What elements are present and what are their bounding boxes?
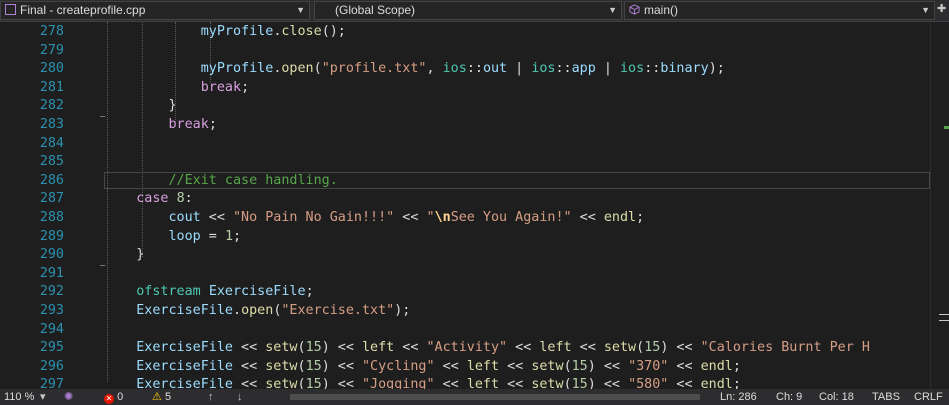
chevron-down-icon: ▼ bbox=[608, 5, 617, 15]
code-line[interactable]: myProfile.close(); bbox=[104, 23, 346, 42]
code-line[interactable]: break; bbox=[104, 116, 217, 135]
chevron-down-icon: ▼ bbox=[921, 5, 930, 15]
code-line[interactable]: //Exit case handling. bbox=[104, 172, 338, 191]
indentation-mode[interactable]: TABS bbox=[872, 389, 900, 405]
line-number: 297 bbox=[39, 377, 64, 389]
line-number: 288 bbox=[39, 210, 64, 225]
code-editor[interactable]: 278 279 280 281 282 283 284 285 286 287 288 289 290 2… bbox=[0, 22, 949, 389]
line-number: 282 bbox=[39, 98, 64, 114]
code-line[interactable]: ofstream ExerciseFile; bbox=[104, 283, 313, 302]
line-number-gutter: 278 279 280 281 282 283 284 285 286 287 288 289 290 2… bbox=[0, 22, 100, 389]
status-bar: 110 % ▾ ✺ ✕ 0 ⚠ 5 ↑ ↓ Ln: 286 Ch: 9 Col:… bbox=[0, 389, 949, 405]
chevron-down-icon[interactable]: ▾ bbox=[40, 389, 46, 405]
line-number: 279 bbox=[39, 42, 64, 58]
char-position[interactable]: Ch: 9 bbox=[776, 389, 802, 405]
line-number: 284 bbox=[39, 135, 64, 151]
vertical-scrollbar[interactable] bbox=[930, 22, 949, 389]
line-number: 294 bbox=[39, 321, 64, 337]
fold-marker bbox=[100, 265, 105, 266]
member-dropdown[interactable]: main() ▼ bbox=[624, 1, 935, 20]
line-number: 283 bbox=[39, 117, 64, 132]
code-line[interactable]: ExerciseFile << setw(15) << "Cycling" <<… bbox=[104, 358, 741, 377]
code-line[interactable]: } bbox=[104, 246, 144, 265]
line-number: 292 bbox=[39, 284, 64, 300]
scrollbar-thumb[interactable] bbox=[290, 394, 700, 400]
line-number: 278 bbox=[39, 24, 64, 39]
member-dropdown-label: main() bbox=[644, 3, 679, 17]
line-number: 296 bbox=[39, 358, 64, 374]
error-indicator[interactable]: ✕ 0 bbox=[104, 389, 123, 405]
error-icon: ✕ bbox=[104, 394, 114, 404]
line-number: 285 bbox=[39, 154, 64, 170]
code-line[interactable]: cout << "No Pain No Gain!!!" << "\nSee Y… bbox=[104, 209, 645, 228]
code-line[interactable]: ExerciseFile << setw(15) << "Jogging" <<… bbox=[104, 376, 741, 389]
scroll-marker bbox=[944, 126, 949, 129]
code-line[interactable]: break; bbox=[104, 79, 249, 98]
horizontal-scrollbar[interactable] bbox=[262, 392, 702, 402]
cube-icon bbox=[629, 4, 640, 15]
navigation-bar: Final - createprofile.cpp ▼ (Global Scop… bbox=[0, 0, 949, 22]
scope-dropdown[interactable]: (Global Scope) ▼ bbox=[314, 1, 622, 20]
error-count: 0 bbox=[117, 391, 124, 403]
code-line[interactable]: myProfile.open("profile.txt", ios::out |… bbox=[104, 60, 725, 79]
cpp-file-icon bbox=[5, 4, 16, 15]
line-position[interactable]: Ln: 286 bbox=[720, 389, 757, 405]
copilot-icon[interactable]: ✺ bbox=[64, 389, 73, 405]
file-dropdown-label: Final - createprofile.cpp bbox=[20, 3, 146, 17]
code-line[interactable]: case 8: bbox=[104, 190, 192, 209]
scroll-marker bbox=[939, 320, 949, 321]
arrow-up-icon[interactable]: ↑ bbox=[208, 389, 214, 405]
code-line[interactable]: loop = 1; bbox=[104, 228, 242, 247]
column-position[interactable]: Col: 18 bbox=[819, 389, 854, 405]
split-window-icon[interactable]: ✚ bbox=[937, 2, 946, 15]
code-line[interactable]: } bbox=[104, 97, 176, 116]
zoom-level[interactable]: 110 % bbox=[4, 389, 34, 405]
code-line[interactable]: ExerciseFile.open("Exercise.txt"); bbox=[104, 302, 410, 321]
line-number: 290 bbox=[39, 247, 64, 263]
chevron-down-icon: ▼ bbox=[296, 5, 305, 15]
line-number: 295 bbox=[39, 340, 64, 356]
line-number: 287 bbox=[39, 191, 64, 207]
line-number: 289 bbox=[39, 228, 64, 244]
warning-count: 5 bbox=[164, 391, 172, 403]
line-number: 291 bbox=[39, 265, 64, 281]
scope-dropdown-label: (Global Scope) bbox=[335, 3, 416, 17]
line-number: 286 bbox=[39, 172, 64, 188]
line-ending[interactable]: CRLF bbox=[914, 389, 943, 405]
line-number: 280 bbox=[39, 61, 64, 77]
file-dropdown[interactable]: Final - createprofile.cpp ▼ bbox=[0, 1, 310, 20]
line-number: 293 bbox=[39, 303, 64, 318]
arrow-down-icon[interactable]: ↓ bbox=[237, 389, 243, 405]
scroll-marker bbox=[939, 314, 949, 315]
warning-indicator[interactable]: ⚠ 5 bbox=[152, 389, 171, 405]
code-line[interactable]: ExerciseFile << setw(15) << left << "Act… bbox=[104, 339, 870, 358]
line-number: 281 bbox=[39, 79, 64, 95]
warning-icon: ⚠ bbox=[152, 391, 162, 403]
